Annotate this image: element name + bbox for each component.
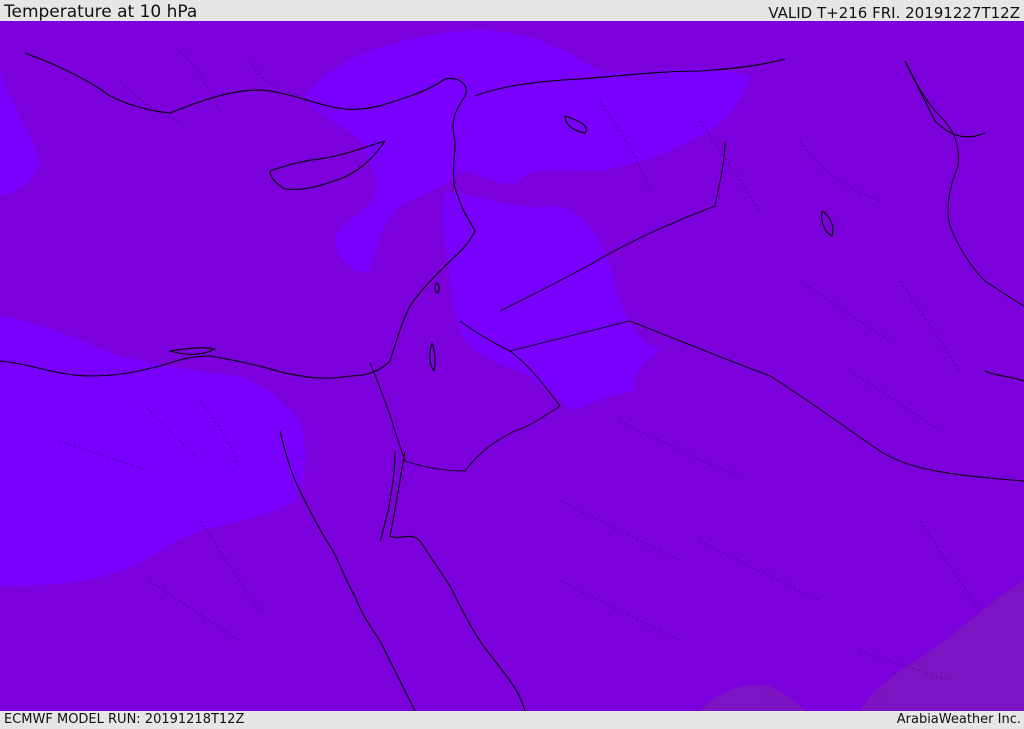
brand-credit: ArabiaWeather Inc.	[896, 712, 1021, 727]
weather-map	[0, 21, 1024, 711]
footer-bar: ECMWF MODEL RUN: 20191218T12Z ArabiaWeat…	[0, 711, 1024, 729]
model-run: ECMWF MODEL RUN: 20191218T12Z	[4, 712, 245, 727]
map-title: Temperature at 10 hPa	[4, 2, 198, 22]
valid-time: VALID T+216 FRI. 20191227T12Z	[768, 4, 1020, 22]
header-bar: Temperature at 10 hPa VALID T+216 FRI. 2…	[0, 0, 1024, 21]
